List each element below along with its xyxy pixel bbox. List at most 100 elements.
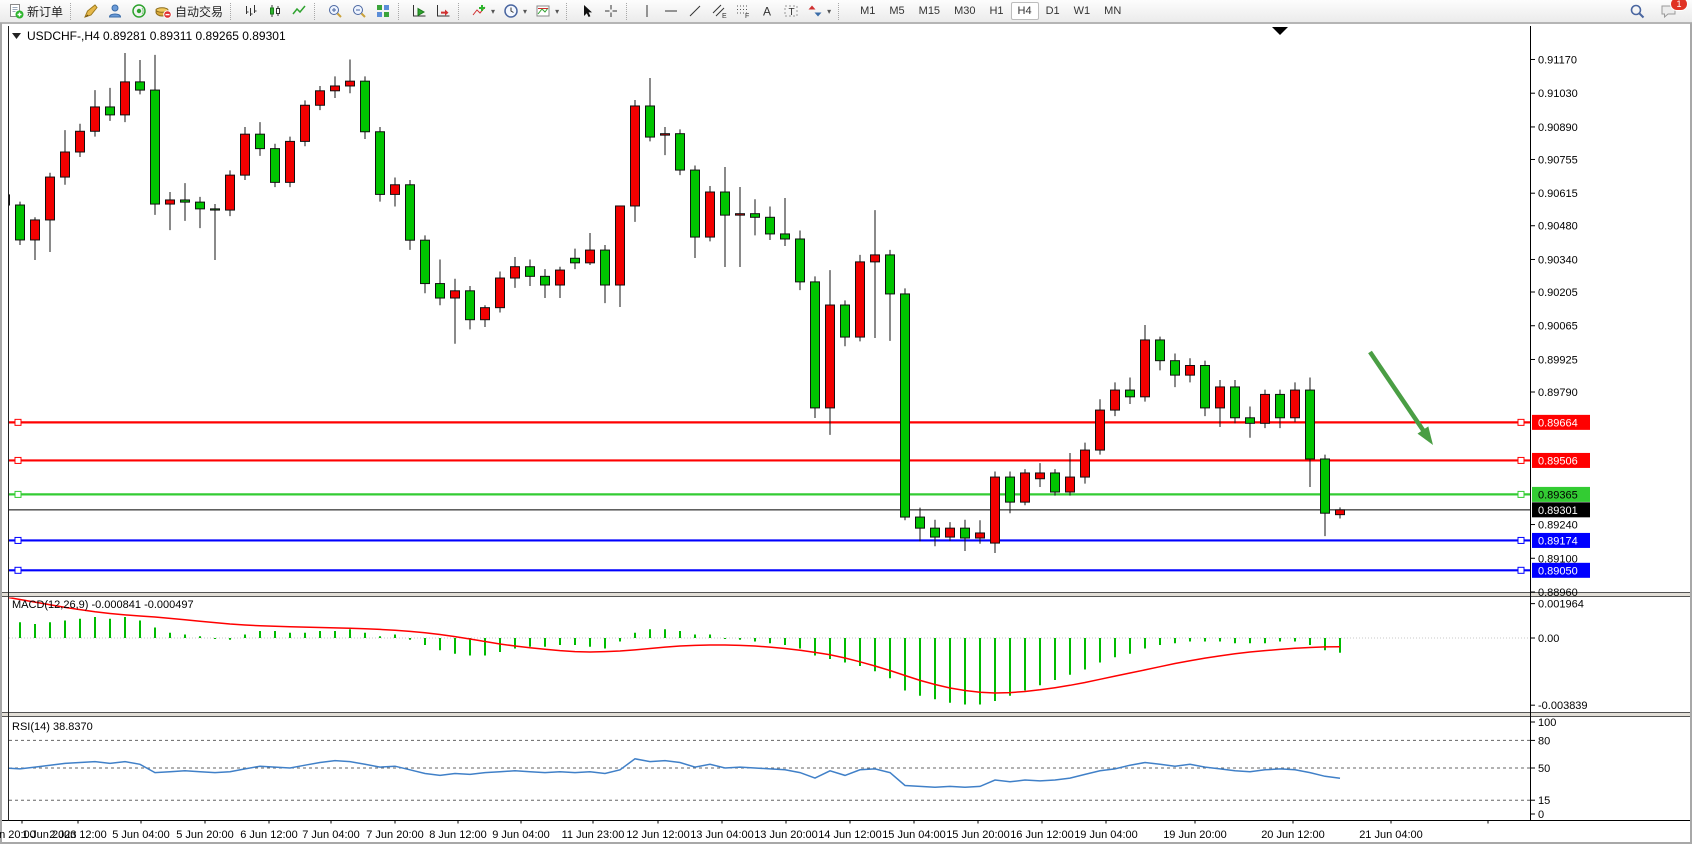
- rsi-axis-label: 80: [1538, 735, 1550, 747]
- line-handle[interactable]: [1518, 457, 1524, 463]
- price-tick-label: 0.90065: [1538, 321, 1578, 333]
- separator: [626, 3, 631, 20]
- candle: [241, 127, 250, 180]
- time-label: 2 Jun 12:00: [49, 829, 107, 841]
- toolbar-right: 1: [1625, 0, 1688, 22]
- trendline-button[interactable]: [683, 0, 707, 22]
- horizontal-line-button[interactable]: [659, 0, 683, 22]
- price-tick-label: 0.91030: [1538, 88, 1578, 100]
- symbol-ohlc-title: USDCHF-,H4 0.89281 0.89311 0.89265 0.893…: [27, 29, 286, 43]
- time-label: 5 Jun 04:00: [112, 829, 170, 841]
- clock-icon: [503, 3, 519, 19]
- svg-text:0.89050: 0.89050: [1538, 565, 1578, 577]
- svg-text:0.89664: 0.89664: [1538, 417, 1578, 429]
- new-order-button[interactable]: 新订单: [4, 0, 67, 22]
- tile-windows-icon: [375, 3, 391, 19]
- line-chart-button[interactable]: [287, 0, 311, 22]
- rsi-label: RSI(14) 38.8370: [12, 721, 93, 733]
- candlestick-button[interactable]: [263, 0, 287, 22]
- timeframe-D1[interactable]: D1: [1039, 2, 1067, 20]
- auto-scroll-icon: [411, 3, 427, 19]
- price-tick-label: 0.90755: [1538, 154, 1578, 166]
- autotrading-button[interactable]: 自动交易: [151, 0, 227, 22]
- line-handle[interactable]: [15, 419, 21, 425]
- channel-icon: E: [711, 3, 727, 19]
- indicators-button[interactable]: ▾: [467, 0, 499, 22]
- timeframe-M15[interactable]: M15: [912, 2, 947, 20]
- notification-badge: 1: [1670, 0, 1688, 11]
- dropdown-arrow-icon: ▾: [827, 7, 831, 16]
- bar-chart-button[interactable]: [239, 0, 263, 22]
- line-handle[interactable]: [15, 537, 21, 543]
- time-label: 6 Jun 12:00: [240, 829, 298, 841]
- templates-button[interactable]: ▾: [531, 0, 563, 22]
- time-label: 13 Jun 20:00: [754, 829, 818, 841]
- arrows-button[interactable]: ▾: [803, 0, 835, 22]
- timeframe-H1[interactable]: H1: [982, 2, 1010, 20]
- timeframe-M1[interactable]: M1: [853, 2, 882, 20]
- line-handle[interactable]: [15, 491, 21, 497]
- periods-button[interactable]: ▾: [499, 0, 531, 22]
- candle: [406, 180, 415, 250]
- auto-scroll-button[interactable]: [407, 0, 431, 22]
- timeframe-MN[interactable]: MN: [1097, 2, 1128, 20]
- fibonacci-button[interactable]: F: [731, 0, 755, 22]
- candle: [361, 76, 370, 139]
- zoom-in-button[interactable]: [323, 0, 347, 22]
- macd-axis-label: -0.003839: [1538, 700, 1588, 712]
- chart-shift-button[interactable]: [431, 0, 455, 22]
- line-handle[interactable]: [15, 567, 21, 573]
- metaeditor-button[interactable]: [79, 0, 103, 22]
- search-button[interactable]: [1625, 0, 1650, 22]
- vertical-line-button[interactable]: [635, 0, 659, 22]
- candle: [271, 144, 280, 187]
- candle: [226, 170, 235, 216]
- timeframe-M5[interactable]: M5: [882, 2, 911, 20]
- time-label: 16 Jun 12:00: [1010, 829, 1074, 841]
- chart-area[interactable]: 0.911700.910300.908900.907550.906150.904…: [0, 23, 1692, 844]
- zoom-out-button[interactable]: [347, 0, 371, 22]
- macd-axis-label: 0.00: [1538, 633, 1559, 645]
- rsi-axis-label: 0: [1538, 809, 1544, 821]
- price-line-label: 0.89365: [1532, 487, 1590, 502]
- candle: [16, 202, 25, 245]
- svg-text:A: A: [763, 5, 771, 19]
- time-label: 19 Jun 04:00: [1074, 829, 1138, 841]
- candle: [1201, 361, 1210, 416]
- candle: [1021, 469, 1030, 505]
- line-handle[interactable]: [15, 457, 21, 463]
- price-tick-label: 0.89925: [1538, 354, 1578, 366]
- autotrading-label: 自动交易: [175, 3, 223, 20]
- svg-text:0.89174: 0.89174: [1538, 535, 1578, 547]
- candle: [991, 472, 1000, 553]
- arrows-tool-icon: [807, 3, 823, 19]
- line-handle[interactable]: [1518, 491, 1524, 497]
- svg-text:0.89301: 0.89301: [1538, 505, 1578, 517]
- tile-windows-button[interactable]: [371, 0, 395, 22]
- toolbar: 新订单 自动交易 ▾ ▾ ▾ E F A T ▾: [0, 0, 1692, 23]
- price-tick-label: 0.90615: [1538, 188, 1578, 200]
- timeframe-H4[interactable]: H4: [1011, 2, 1039, 20]
- line-handle[interactable]: [1518, 567, 1524, 573]
- trendline-icon: [687, 3, 703, 19]
- signals-button[interactable]: [127, 0, 151, 22]
- separator: [70, 3, 75, 20]
- community-button[interactable]: [103, 0, 127, 22]
- label-icon: T: [783, 3, 799, 19]
- timeframe-M30[interactable]: M30: [947, 2, 982, 20]
- timeframe-W1[interactable]: W1: [1067, 2, 1098, 20]
- cursor-button[interactable]: [575, 0, 599, 22]
- line-handle[interactable]: [1518, 419, 1524, 425]
- line-handle[interactable]: [1518, 537, 1524, 543]
- pencil-icon: [83, 3, 99, 19]
- chat-button[interactable]: 1: [1656, 0, 1682, 22]
- crosshair-button[interactable]: [599, 0, 623, 22]
- channel-button[interactable]: E: [707, 0, 731, 22]
- price-tick-label: 0.88960: [1538, 587, 1578, 599]
- candle: [811, 276, 820, 418]
- bar-chart-icon: [243, 3, 259, 19]
- label-button[interactable]: T: [779, 0, 803, 22]
- dropdown-arrow-icon: ▾: [555, 7, 559, 16]
- text-button[interactable]: A: [755, 0, 779, 22]
- zoom-out-icon: [351, 3, 367, 19]
